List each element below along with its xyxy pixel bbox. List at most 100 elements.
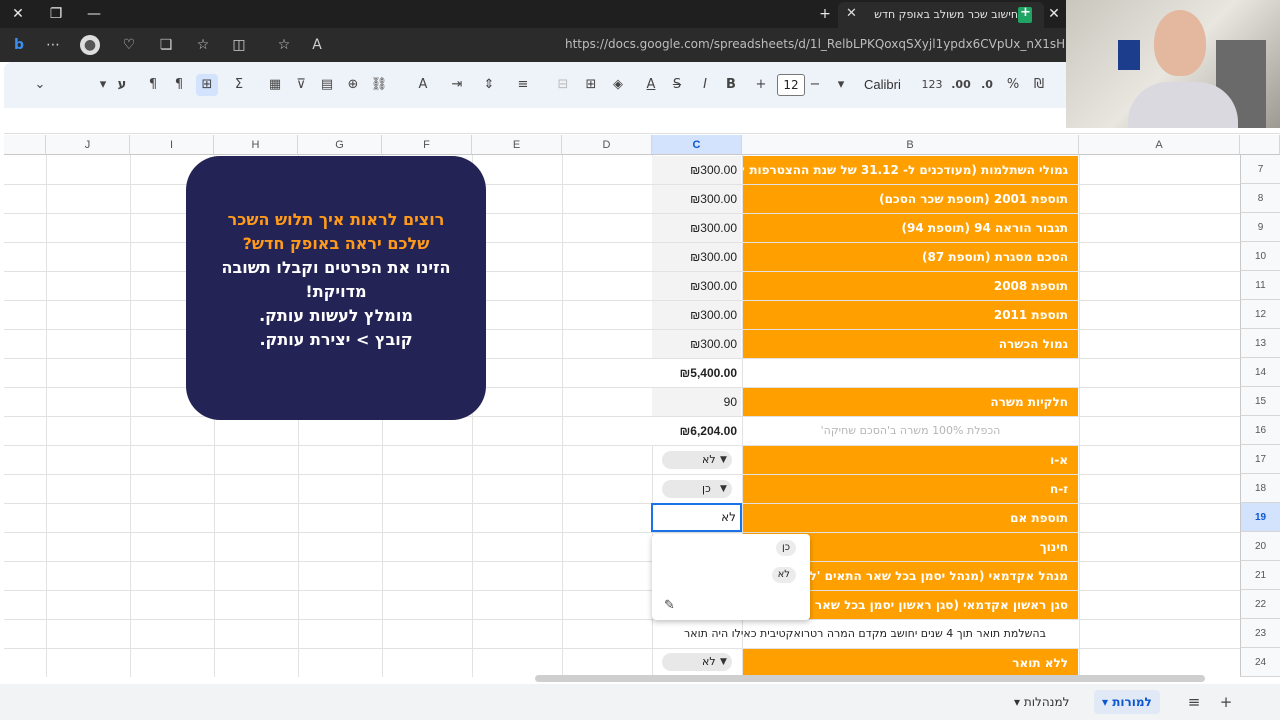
column-header-c[interactable]: C xyxy=(652,135,742,155)
label-cell[interactable]: הסכם מסגרת (תוספת 87) xyxy=(743,243,1078,271)
row-header[interactable]: 17 xyxy=(1240,445,1280,474)
edit-pencil-icon[interactable]: ✎ xyxy=(664,598,675,613)
value-cell[interactable]: ₪300.00 xyxy=(652,214,741,242)
note-cell[interactable]: בהשלמת תואר תוך 4 שנים יחושב מקדם המרה ר… xyxy=(660,620,1070,648)
value-cell[interactable]: ₪300.00 xyxy=(652,301,741,329)
add-sheet-icon[interactable]: + xyxy=(1216,692,1236,712)
increase-decimal-button[interactable]: .00 xyxy=(950,74,972,96)
row-header[interactable]: 12 xyxy=(1240,300,1280,329)
row-header[interactable]: 20 xyxy=(1240,532,1280,561)
label-cell[interactable]: תגבור הוראה 94 (תוספת 94) xyxy=(743,214,1078,242)
label-cell[interactable]: א-ו xyxy=(743,446,1078,474)
row-header[interactable]: 23 xyxy=(1240,619,1280,648)
vertical-align-icon[interactable]: ⇕ xyxy=(480,74,498,96)
label-cell[interactable]: חלקיות משרה xyxy=(743,388,1078,416)
dropdown-arrow-icon[interactable]: ▾ xyxy=(96,74,110,96)
total-cell[interactable]: ₪5,400.00 xyxy=(652,359,741,387)
minimize-window-icon[interactable]: — xyxy=(84,4,104,24)
profile-avatar-icon[interactable]: ● xyxy=(80,35,100,55)
row-header[interactable]: 8 xyxy=(1240,184,1280,213)
tab-spreadsheet[interactable]: ✕ חישוב שכר משולב באופק חדש xyxy=(838,2,1044,28)
column-header-f[interactable]: F xyxy=(382,135,472,155)
row-header[interactable]: 21 xyxy=(1240,561,1280,590)
row-header[interactable]: 18 xyxy=(1240,474,1280,503)
value-cell[interactable]: ₪300.00 xyxy=(652,272,741,300)
column-header-e[interactable]: E xyxy=(472,135,562,155)
horizontal-scrollbar[interactable] xyxy=(535,675,1205,682)
dropdown-chip[interactable]: ▼ לא xyxy=(662,451,732,469)
merge-cells-icon[interactable]: ⊟ xyxy=(554,74,572,96)
decrease-font-size-icon[interactable]: − xyxy=(806,74,824,96)
fill-color-icon[interactable]: ◈ xyxy=(609,74,627,96)
row-header[interactable]: 13 xyxy=(1240,329,1280,358)
tab-close-icon-2[interactable]: ✕ xyxy=(1044,4,1064,24)
read-aloud-icon[interactable]: A xyxy=(306,35,328,55)
bing-icon[interactable]: b xyxy=(8,35,30,55)
row-header[interactable]: 10 xyxy=(1240,242,1280,271)
sheet-tab-teachers[interactable]: למורות ▾ xyxy=(1094,690,1160,714)
dropdown-chip[interactable]: ▼ כן xyxy=(662,480,732,498)
url-field[interactable]: https://docs.google.com/spreadsheets/d/1… xyxy=(565,37,1065,51)
row-header[interactable]: 22 xyxy=(1240,590,1280,619)
label-cell[interactable]: גמולי השתלמות (מעודכנים ל- 31.12 של שנת … xyxy=(743,156,1078,184)
chevron-down-icon[interactable]: ⌄ xyxy=(32,74,48,96)
label-cell[interactable]: ז-ח xyxy=(743,475,1078,503)
all-sheets-icon[interactable]: ≡ xyxy=(1184,692,1204,712)
column-header-h[interactable]: H xyxy=(214,135,298,155)
value-cell[interactable]: ₪300.00 xyxy=(652,185,741,213)
column-header-g[interactable]: G xyxy=(298,135,382,155)
new-tab-icon[interactable]: + xyxy=(815,4,835,24)
column-header-a[interactable]: A xyxy=(1079,135,1240,155)
filter-icon[interactable]: ⊽ xyxy=(292,74,310,96)
strikethrough-icon[interactable]: S xyxy=(668,74,686,96)
restore-window-icon[interactable]: ❐ xyxy=(46,4,66,24)
dropdown-option-yes[interactable]: כן xyxy=(660,536,802,560)
row-header[interactable]: 15 xyxy=(1240,387,1280,416)
insert-comment-icon[interactable]: ⊕ xyxy=(344,74,362,96)
link-icon[interactable]: ⛓ xyxy=(370,74,388,96)
row-header[interactable]: 14 xyxy=(1240,358,1280,387)
health-icon[interactable]: ♡ xyxy=(118,35,140,55)
label-cell[interactable]: ללא תואר xyxy=(743,649,1078,677)
text-wrap-icon[interactable]: ⇥ xyxy=(448,74,466,96)
active-cell-editor[interactable]: לא xyxy=(651,503,742,532)
decrease-decimal-button[interactable]: .0 xyxy=(976,74,998,96)
borders-icon[interactable]: ⊞ xyxy=(582,74,600,96)
text-direction-icon[interactable]: ע xyxy=(114,74,130,96)
freeze-icon[interactable]: ⊞ xyxy=(196,74,218,96)
label-cell[interactable]: תוספת 2008 xyxy=(743,272,1078,300)
font-size-input[interactable]: 12 xyxy=(777,74,805,96)
row-header[interactable]: 9 xyxy=(1240,213,1280,242)
close-window-icon[interactable]: ✕ xyxy=(8,4,28,24)
row-header-selected[interactable]: 19 xyxy=(1240,503,1280,532)
row-header[interactable]: 11 xyxy=(1240,271,1280,300)
tab-close-icon[interactable]: ✕ xyxy=(846,6,857,21)
value-cell[interactable]: ₪300.00 xyxy=(652,156,741,184)
label-cell[interactable]: גמול הכשרה xyxy=(743,330,1078,358)
column-header-j[interactable]: J xyxy=(46,135,130,155)
horizontal-align-icon[interactable]: ≡ xyxy=(514,74,532,96)
value-cell[interactable]: ₪300.00 xyxy=(652,330,741,358)
favorites-icon[interactable]: ☆ xyxy=(192,35,214,55)
label-cell[interactable]: תוספת אם xyxy=(743,504,1078,532)
ltr-paragraph-icon[interactable]: ¶ xyxy=(170,74,188,96)
column-header-i[interactable]: I xyxy=(130,135,214,155)
functions-icon[interactable]: Σ xyxy=(230,74,248,96)
row-header[interactable]: 7 xyxy=(1240,155,1280,184)
chart-icon[interactable]: ▤ xyxy=(318,74,336,96)
sheet-tab-principals[interactable]: למנהלות ▾ xyxy=(1014,690,1069,714)
label-cell[interactable]: תוספת 2001 (תוספת שכר הסכם) xyxy=(743,185,1078,213)
italic-icon[interactable]: I xyxy=(696,74,714,96)
currency-button[interactable]: ₪ xyxy=(1030,74,1048,96)
percent-button[interactable]: % xyxy=(1004,74,1022,96)
row-header[interactable]: 16 xyxy=(1240,416,1280,445)
more-icon[interactable]: ⋯ xyxy=(42,35,64,55)
value-cell[interactable]: 90 xyxy=(652,388,741,416)
text-rotation-icon[interactable]: A xyxy=(414,74,432,96)
bold-icon[interactable]: B xyxy=(722,74,740,96)
row-header[interactable]: 24 xyxy=(1240,648,1280,677)
rtl-paragraph-icon[interactable]: ¶ xyxy=(144,74,162,96)
column-header-blank[interactable] xyxy=(4,135,46,155)
star-icon[interactable]: ☆ xyxy=(273,35,295,55)
split-screen-icon[interactable]: ◫ xyxy=(228,35,250,55)
